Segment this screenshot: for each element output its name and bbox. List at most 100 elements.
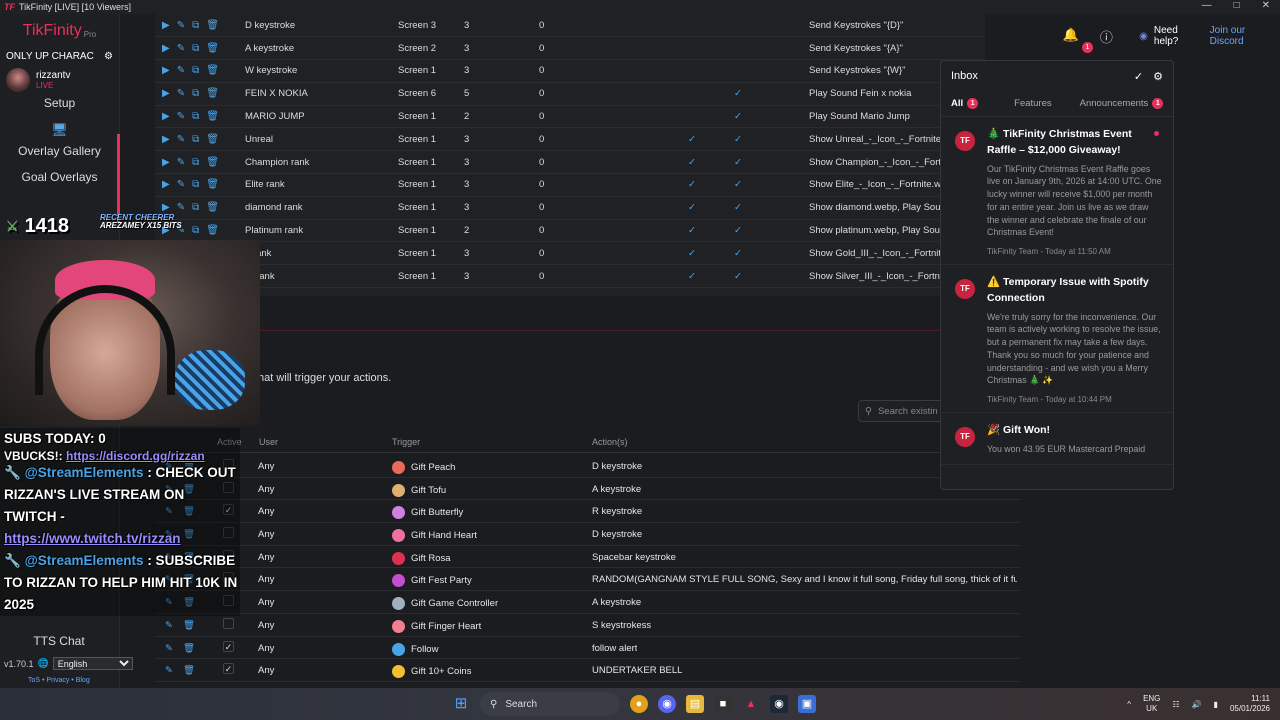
notification-item[interactable]: TF 🎄 TikFinity Christmas Event Raffle – $… [941, 117, 1173, 265]
event-row[interactable]: ✎ 🗑 ✓ Any Gift Butterfly R keystroke [155, 500, 1020, 524]
delete-icon[interactable]: 🗑 [206, 134, 219, 145]
account-select[interactable]: ONLY UP CHARAC ⚙ [0, 48, 119, 64]
edit-icon[interactable]: ✎ [165, 620, 173, 631]
blog-link[interactable]: Blog [76, 677, 90, 684]
action-row[interactable]: ▶✎⧉🗑d rankScreen 130✓✓Show Gold_III_-_Ic… [155, 241, 985, 266]
wifi-icon[interactable]: ☷ [1172, 700, 1179, 709]
edit-icon[interactable]: ✎ [177, 157, 185, 168]
clock[interactable]: 11:11 05/01/2026 [1230, 694, 1270, 715]
event-row[interactable]: ✎ 🗑 Any Gift Tofu A keystroke [155, 478, 1020, 501]
user-profile[interactable]: rizzantv LIVE [0, 64, 119, 96]
action-row[interactable]: ▶ ✎ ⧉ 🗑 D keystroke Screen 3 3 0 Send Keystrokes… [155, 14, 985, 38]
sidebar-item-overlay-gallery[interactable]: Overlay Gallery [0, 138, 119, 164]
discord-app-icon[interactable]: ◉ [658, 695, 676, 713]
event-row[interactable]: ✎ 🗑 ✓ Any Follow follow alert [155, 637, 1020, 660]
event-row[interactable]: ✎ 🗑 Any Gift Finger Heart S keystrokess [155, 614, 1020, 637]
maximize-icon[interactable]: □ [1234, 0, 1240, 11]
active-checkbox[interactable] [223, 617, 234, 629]
close-icon[interactable]: ✕ [1262, 0, 1270, 11]
copy-icon[interactable]: ⧉ [192, 157, 199, 168]
tos-link[interactable]: ToS [28, 677, 40, 684]
delete-icon[interactable]: 🗑 [206, 43, 219, 54]
notification-item[interactable]: TF 🎉 Gift Won! You won 43.95 EUR Mastercar… [941, 413, 1173, 465]
copy-icon[interactable]: ⧉ [192, 179, 199, 190]
action-row[interactable]: ▶✎⧉🗑er rankScreen 130✓✓Show Silver_III_-… [155, 264, 985, 289]
action-check-1[interactable]: ✓ [669, 196, 715, 220]
copy-icon[interactable]: ⧉ [192, 43, 199, 54]
copy-icon[interactable]: ⧉ [192, 225, 199, 236]
chevron-up-icon[interactable]: ^ [1127, 700, 1131, 709]
action-check-1[interactable]: ✓ [669, 127, 715, 152]
tab-all[interactable]: All 1 [941, 98, 988, 109]
delete-icon[interactable]: 🗑 [206, 157, 219, 168]
action-check-1[interactable]: ✓ [669, 241, 715, 266]
edit-icon[interactable]: ✎ [177, 111, 185, 122]
action-row[interactable]: ▶ ✎ ⧉ 🗑 W keystroke Screen 1 3 0 Send Keystrokes… [155, 59, 985, 83]
action-check-2[interactable]: ✓ [715, 105, 761, 129]
copy-icon[interactable]: ⧉ [192, 20, 199, 31]
tikfinity-icon[interactable]: ▲ [742, 695, 760, 713]
delete-icon[interactable]: 🗑 [183, 665, 195, 676]
action-check-1[interactable]: ✓ [669, 150, 715, 175]
action-check-2[interactable]: ✓ [715, 264, 761, 289]
action-check-1[interactable]: ✓ [669, 264, 715, 289]
play-icon[interactable]: ▶ [162, 134, 170, 145]
start-icon[interactable]: ⊞ [452, 695, 470, 713]
delete-icon[interactable]: 🗑 [183, 620, 195, 631]
action-check-1[interactable] [669, 82, 715, 106]
action-check-1[interactable] [669, 59, 715, 83]
action-row[interactable]: ▶ ✎ ⧉ 🗑 Unreal Screen 1 3 0 ✓ ✓ Show Unreal_-_Icon… [155, 127, 985, 152]
action-row[interactable]: ▶ ✎ ⧉ 🗑 Platinum rank Screen 1 2 0 ✓ ✓ Show platin… [155, 219, 985, 243]
sidebar-item-setup[interactable]: Setup [0, 96, 119, 116]
delete-icon[interactable]: 🗑 [206, 65, 219, 76]
delete-icon[interactable]: 🗑 [206, 225, 219, 236]
copy-icon[interactable]: ⧉ [192, 202, 199, 213]
help-icon[interactable]: ⓘ [1098, 27, 1116, 45]
delete-icon[interactable]: 🗑 [206, 179, 219, 190]
play-icon[interactable]: ▶ [162, 157, 170, 168]
action-check-2[interactable] [715, 14, 761, 38]
privacy-link[interactable]: Privacy [46, 677, 69, 684]
notification-item[interactable]: TF ⚠️ Temporary Issue with Spotify Connec… [941, 265, 1173, 413]
play-icon[interactable]: ▶ [162, 20, 170, 31]
event-row[interactable]: ✎ 🗑 Any Gift Peach D keystroke [155, 455, 1020, 478]
epic-icon[interactable]: ■ [714, 695, 732, 713]
action-row[interactable]: ▶ ✎ ⧉ 🗑 FEIN X NOKIA Screen 6 5 0 ✓ Play Sound Fe… [155, 82, 985, 106]
delete-icon[interactable]: 🗑 [206, 20, 219, 31]
copy-icon[interactable]: ⧉ [192, 88, 199, 99]
action-check-1[interactable]: ✓ [669, 173, 715, 197]
copy-icon[interactable]: ⧉ [192, 111, 199, 122]
edit-icon[interactable]: ✎ [165, 643, 173, 654]
delete-icon[interactable]: 🗑 [183, 643, 195, 654]
language-indicator[interactable]: ENG UK [1143, 694, 1160, 715]
play-icon[interactable]: ▶ [162, 43, 170, 54]
edit-icon[interactable]: ✎ [177, 179, 185, 190]
steam-icon[interactable]: ◉ [770, 695, 788, 713]
volume-icon[interactable]: 🔊 [1192, 700, 1202, 709]
discord-link[interactable]: Join our Discord [1210, 25, 1280, 47]
battery-icon[interactable]: ▮ [1214, 700, 1218, 709]
active-checkbox[interactable]: ✓ [223, 640, 234, 652]
action-check-2[interactable]: ✓ [715, 127, 761, 152]
play-icon[interactable]: ▶ [162, 65, 170, 76]
active-checkbox[interactable]: ✓ [223, 663, 234, 675]
event-row[interactable]: ✎ 🗑 ✓ Any Gift 10+ Coins UNDERTAKER BELL [155, 659, 1020, 682]
bell-icon[interactable]: 🔔 [1062, 27, 1080, 45]
search-events-input[interactable]: ⚲ Search existin [858, 400, 950, 422]
tab-announcements[interactable]: Announcements 1 [1062, 98, 1173, 109]
mark-read-icon[interactable]: ✓ [1134, 70, 1143, 83]
settings-icon[interactable]: ⚙ [1153, 70, 1163, 83]
event-row[interactable]: ✎ 🗑 Any Gift Game Controller A keystroke [155, 591, 1020, 614]
delete-icon[interactable]: 🗑 [206, 111, 219, 122]
action-check-2[interactable] [715, 59, 761, 83]
event-row[interactable]: ✎ 🗑 Any Gift Hand Heart D keystroke [155, 523, 1020, 546]
play-icon[interactable]: ▶ [162, 88, 170, 99]
action-row[interactable]: ▶ ✎ ⧉ 🗑 Elite rank Screen 1 3 0 ✓ ✓ Show Elite_-_I… [155, 173, 985, 197]
action-check-2[interactable]: ✓ [715, 173, 761, 197]
edit-icon[interactable]: ✎ [177, 43, 185, 54]
sidebar-item-goal-overlays[interactable]: Goal Overlays [0, 164, 119, 190]
action-check-2[interactable]: ✓ [715, 196, 761, 220]
language-select[interactable]: English [52, 657, 133, 670]
action-row[interactable]: ▶ ✎ ⧉ 🗑 Champion rank Screen 1 3 0 ✓ ✓ Show Champi… [155, 150, 985, 175]
action-check-1[interactable] [669, 14, 715, 38]
